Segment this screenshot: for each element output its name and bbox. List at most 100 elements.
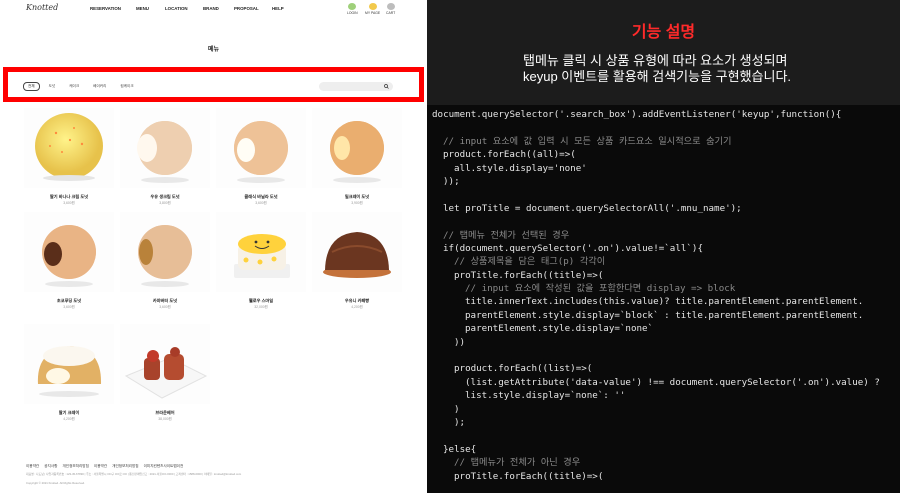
tab-bakery[interactable]: 베이커리 [88, 82, 111, 91]
product-card[interactable]: 우유니 카페빵 4,200원 [312, 212, 402, 318]
footer-link[interactable]: 이용약관 [26, 464, 39, 469]
product-image [24, 212, 114, 292]
code-line: let proTitle = document.querySelectorAll… [443, 202, 742, 214]
nav-item-proposal[interactable]: PROPOSAL [234, 6, 272, 11]
product-price: 3,900원 [351, 201, 363, 205]
footer-copyright: Copyright © 2021 Knotted. All Rights Res… [26, 481, 85, 485]
cart-label: CART [386, 11, 396, 15]
nav-item-location[interactable]: LOCATION [165, 6, 203, 11]
product-card[interactable]: 웰로우 스마일 32,000원 [216, 212, 306, 318]
code-line: document.querySelector('.search_box').ad… [432, 109, 842, 120]
search-input[interactable] [319, 82, 393, 91]
product-card[interactable]: 우유 생크림 도넛 3,800원 [120, 108, 210, 214]
login-icon [348, 3, 357, 10]
code-line: parentElement.style.display=`none` [465, 323, 654, 335]
product-price: 4,200원 [63, 417, 75, 421]
product-image [120, 108, 210, 188]
code-line: // 탭메뉴 전체가 선택된 경우 [443, 229, 570, 241]
product-price: 3,600원 [159, 305, 171, 309]
tab-cupcake[interactable]: 컴케이크 [115, 82, 138, 91]
code-line: )) [454, 336, 466, 348]
mypage-link[interactable]: MY PAGE [365, 3, 380, 15]
code-line: // input 요소에 값 입력 시 모든 상품 카드요소 일시적으로 숨기기 [443, 135, 732, 147]
login-link[interactable]: LOGIN [347, 3, 358, 15]
footer-company-info: 대표명 : 나도넛 | 사업자등록번호 : 123-45-67890 | 주소 … [26, 472, 242, 476]
code-line: ) [454, 403, 460, 415]
product-card[interactable]: 클래식 바닐라 도넛 3,600원 [216, 108, 306, 214]
product-image [312, 212, 402, 292]
code-line: )); [443, 175, 460, 187]
code-line: // input 요소에 작성된 값을 포함한다면 display => blo… [465, 283, 736, 295]
code-line: product.forEach((all)=>( [443, 149, 576, 161]
product-card[interactable]: 브라운베어 38,000원 [120, 324, 210, 430]
product-card[interactable]: 초코푸딩 도넛 3,600원 [24, 212, 114, 318]
product-card[interactable]: 카야버터 도넛 3,600원 [120, 212, 210, 318]
code-line: (list.getAttribute('data-value') !== doc… [465, 376, 880, 388]
nav-item-brand[interactable]: BRAND [203, 6, 234, 11]
product-image [24, 108, 114, 188]
code-block: document.querySelector('.search_box').ad… [427, 105, 900, 493]
explanation-title: 기능 설명 [631, 24, 696, 41]
product-price: 38,000원 [158, 417, 172, 421]
site-header: Knotted RESERVATION MENU LOCATION BRAND … [0, 0, 427, 20]
code-line: title.innerText.includes(this.value)? ti… [465, 296, 864, 308]
product-image [216, 212, 306, 292]
footer-link[interactable]: 개인정보처리방침 [62, 464, 88, 469]
product-price: 3,600원 [63, 201, 75, 205]
product-image [216, 108, 306, 188]
code-line: product.forEach((list)=>( [454, 363, 593, 375]
tab-cake[interactable]: 케이크 [64, 82, 84, 91]
code-line: all.style.display='none' [454, 162, 587, 174]
code-line: // 상품제목을 담은 태그(p) 각각이 [454, 256, 606, 268]
footer-link[interactable]: 이용약관 [94, 464, 107, 469]
code-line: proTitle.forEach((title)=>( [454, 470, 604, 482]
code-line: // 탭메뉴가 전체가 아닌 경우 [454, 457, 581, 469]
mypage-label: MY PAGE [365, 11, 381, 15]
product-image [24, 324, 114, 404]
product-card[interactable]: 딸기 크레이 4,200원 [24, 324, 114, 430]
product-price: 3,600원 [255, 201, 267, 205]
code-line: parentElement.style.display=`block` : ti… [465, 309, 864, 321]
nav-item-help[interactable]: HELP [272, 6, 284, 11]
product-price: 4,200원 [351, 305, 363, 309]
nav-item-reservation[interactable]: RESERVATION [90, 6, 136, 11]
cart-link[interactable]: CART [386, 3, 395, 15]
code-line: proTitle.forEach((title)=>( [454, 269, 604, 281]
product-card[interactable]: 딸기 바나나 크림 도넛 3,600원 [24, 108, 114, 214]
category-tabs: 전체 도넛 케이크 베이커리 컴케이크 [23, 82, 143, 91]
footer-link[interactable]: 이미지컨텐츠사이트맵이전 [144, 464, 184, 469]
code-line: ); [454, 416, 466, 428]
mypage-icon [368, 3, 377, 10]
page-title: 메뉴 [207, 47, 220, 53]
website-screenshot: Knotted RESERVATION MENU LOCATION BRAND … [0, 0, 427, 493]
product-image [312, 108, 402, 188]
product-price: 3,800원 [159, 201, 171, 205]
product-price: 32,000원 [254, 305, 268, 309]
explanation-description: 탭메뉴 클릭 시 상품 유형에 따라 요소가 생성되며 keyup 이벤트를 활… [523, 53, 792, 84]
code-line: if(document.querySelector('.on').value!=… [443, 242, 703, 254]
tab-all[interactable]: 전체 [23, 82, 40, 91]
code-line: list.style.display=`none`: '' [465, 390, 626, 402]
main-nav: RESERVATION MENU LOCATION BRAND PROPOSAL… [90, 6, 284, 11]
footer-link[interactable]: 공지사항 [44, 464, 57, 469]
site-logo[interactable]: Knotted [26, 3, 58, 12]
cart-icon [386, 3, 395, 10]
code-line: }else{ [443, 443, 477, 455]
product-image [120, 324, 210, 404]
login-label: LOGIN [347, 11, 358, 15]
search-icon[interactable] [384, 84, 389, 89]
nav-item-menu[interactable]: MENU [136, 6, 165, 11]
explanation-panel: 기능 설명 탭메뉴 클릭 시 상품 유형에 따라 요소가 생성되며 keyup … [427, 0, 900, 493]
footer-link[interactable]: 개인정보처리방침 [112, 464, 138, 469]
product-image [120, 212, 210, 292]
tab-donut[interactable]: 도넛 [44, 82, 61, 91]
product-card[interactable]: 밀크레이 도넛 3,900원 [312, 108, 402, 214]
footer-links: 이용약관 공지사항 개인정보처리방침 이용약관 개인정보처리방침 이미지컨텐츠사… [26, 464, 183, 469]
site-footer: 이용약관 공지사항 개인정보처리방침 이용약관 개인정보처리방침 이미지컨텐츠사… [0, 455, 427, 493]
product-price: 3,600원 [63, 305, 75, 309]
